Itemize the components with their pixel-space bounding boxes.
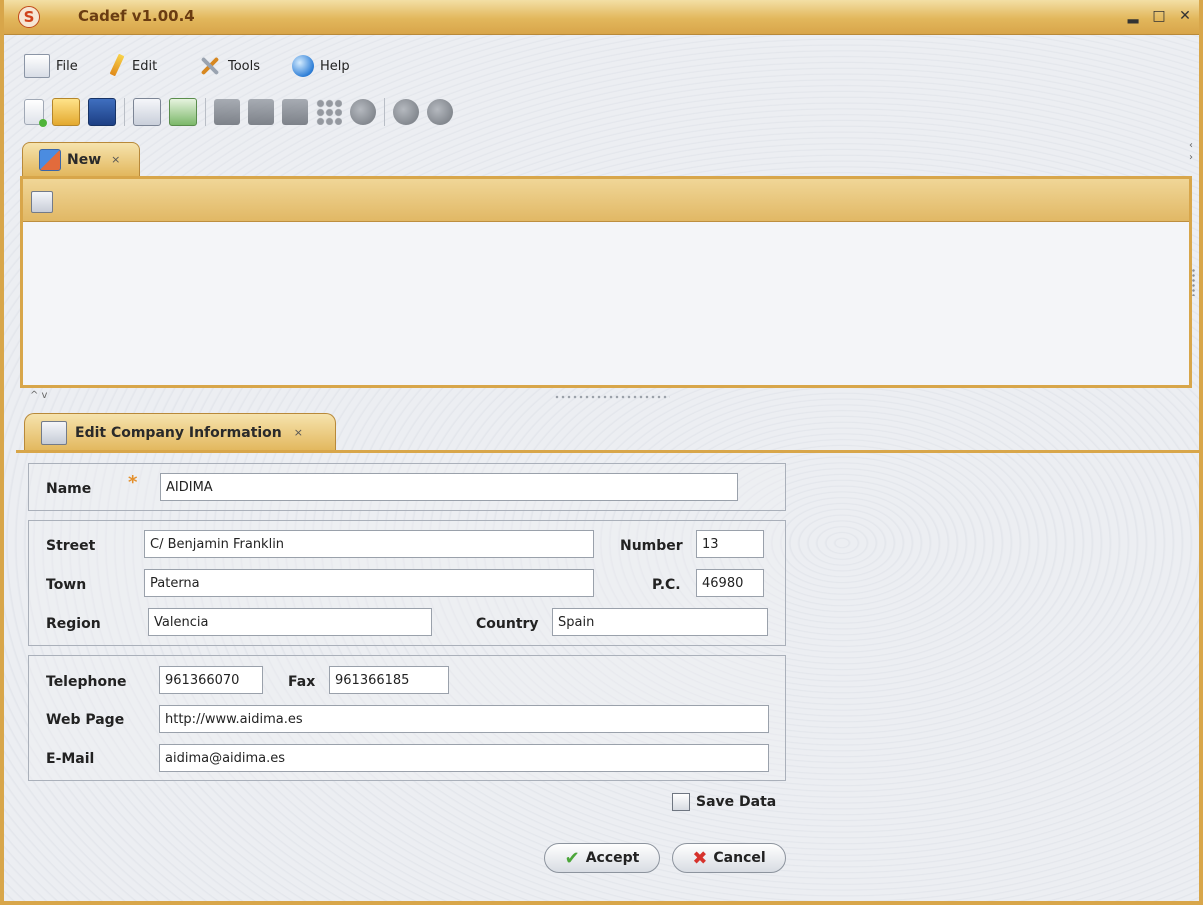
toolbar-separator	[384, 98, 385, 126]
tab-edit-company-label: Edit Company Information	[75, 424, 282, 441]
split-arrows-icon[interactable]: ^ v	[30, 390, 47, 401]
region-label: Region	[46, 616, 101, 632]
app-logo-icon: S	[18, 6, 40, 28]
company-users-icon[interactable]	[169, 98, 197, 126]
cross-icon: ✖	[692, 847, 708, 869]
top-panel-header	[23, 179, 1189, 222]
menu-edit-label: Edit	[132, 58, 158, 74]
menu-file[interactable]: File	[24, 54, 78, 78]
open-folder-icon[interactable]	[52, 98, 80, 126]
tab-edit-close-icon[interactable]: ×	[294, 426, 303, 439]
toolbar-separator	[124, 98, 125, 126]
number-input[interactable]	[696, 530, 764, 558]
cancel-button[interactable]: ✖ Cancel	[672, 843, 786, 873]
toolbar-separator	[205, 98, 206, 126]
save-data-label: Save Data	[696, 794, 777, 810]
street-label: Street	[46, 538, 96, 554]
module-disabled-icon[interactable]	[248, 99, 274, 125]
company-home-icon[interactable]	[133, 98, 161, 126]
tab-new-label: New	[67, 151, 102, 168]
component-disabled-icon[interactable]	[393, 99, 419, 125]
window-title: Cadef v1.00.4	[78, 7, 195, 25]
telephone-label: Telephone	[46, 674, 127, 690]
component-disabled-icon[interactable]	[427, 99, 453, 125]
country-label: Country	[476, 616, 539, 632]
name-input[interactable]	[160, 473, 738, 501]
save-data-option[interactable]: Save Data	[672, 793, 776, 811]
email-label: E-Mail	[46, 751, 95, 767]
module-disabled-icon[interactable]	[214, 99, 240, 125]
pencil-icon	[108, 54, 126, 78]
tab-new-close-icon[interactable]: ×	[111, 153, 120, 166]
component-disabled-icon[interactable]	[350, 99, 376, 125]
check-icon: ✔	[564, 847, 580, 869]
new-document-icon[interactable]	[24, 99, 47, 127]
pc-label: P.C.	[652, 577, 681, 593]
country-input[interactable]	[552, 608, 768, 636]
toolbar	[24, 92, 453, 132]
fax-input[interactable]	[329, 666, 449, 694]
menu-bar: File Edit Tools Help	[4, 38, 1199, 90]
email-input[interactable]	[159, 744, 769, 772]
menu-help-label: Help	[320, 58, 350, 74]
title-bar[interactable]: S Cadef v1.00.4 ▂ □ ✕	[4, 0, 1199, 35]
app-window: S Cadef v1.00.4 ▂ □ ✕ File Edit Tools He…	[0, 0, 1203, 905]
accept-button[interactable]: ✔ Accept	[544, 843, 660, 873]
menu-help[interactable]: Help	[292, 54, 350, 78]
menu-edit[interactable]: Edit	[108, 54, 157, 78]
name-label: Name	[46, 481, 92, 497]
top-panel-body	[23, 222, 1189, 385]
tab-new[interactable]: New ×	[22, 142, 140, 176]
region-input[interactable]	[148, 608, 432, 636]
telephone-input[interactable]	[159, 666, 263, 694]
menu-tools-label: Tools	[228, 58, 261, 74]
webpage-label: Web Page	[46, 712, 125, 728]
tab-scroll-chevron-icon[interactable]: ‹ ›	[1189, 140, 1193, 164]
save-data-checkbox[interactable]	[672, 793, 690, 811]
fax-label: Fax	[288, 674, 316, 690]
vertical-resize-grip-icon[interactable]	[1192, 268, 1195, 296]
split-grip-icon[interactable]	[554, 395, 670, 399]
home-icon[interactable]	[31, 191, 53, 213]
town-label: Town	[46, 577, 87, 593]
grid-disabled-icon[interactable]	[316, 99, 342, 125]
module-disabled-icon[interactable]	[282, 99, 308, 125]
minimize-button[interactable]: ▂	[1124, 7, 1142, 25]
help-globe-icon	[292, 55, 314, 77]
top-panel	[20, 176, 1192, 388]
maximize-button[interactable]: □	[1150, 7, 1168, 25]
tools-icon	[198, 55, 222, 77]
town-input[interactable]	[144, 569, 594, 597]
split-divider[interactable]: ^ v	[20, 390, 1192, 404]
menu-file-label: File	[56, 58, 78, 74]
accept-label: Accept	[585, 850, 640, 866]
number-label: Number	[620, 538, 683, 554]
menu-tools[interactable]: Tools	[198, 54, 260, 78]
close-button[interactable]: ✕	[1176, 7, 1194, 25]
new-tab-icon	[39, 148, 61, 171]
company-home-icon	[41, 420, 67, 445]
tab-underline	[16, 450, 1199, 453]
required-mark: *	[128, 472, 138, 493]
file-icon	[24, 54, 50, 78]
pc-input[interactable]	[696, 569, 764, 597]
tab-edit-company[interactable]: Edit Company Information ×	[24, 413, 336, 451]
street-input[interactable]	[144, 530, 594, 558]
save-disk-icon[interactable]	[88, 98, 116, 126]
cancel-label: Cancel	[713, 850, 766, 866]
webpage-input[interactable]	[159, 705, 769, 733]
